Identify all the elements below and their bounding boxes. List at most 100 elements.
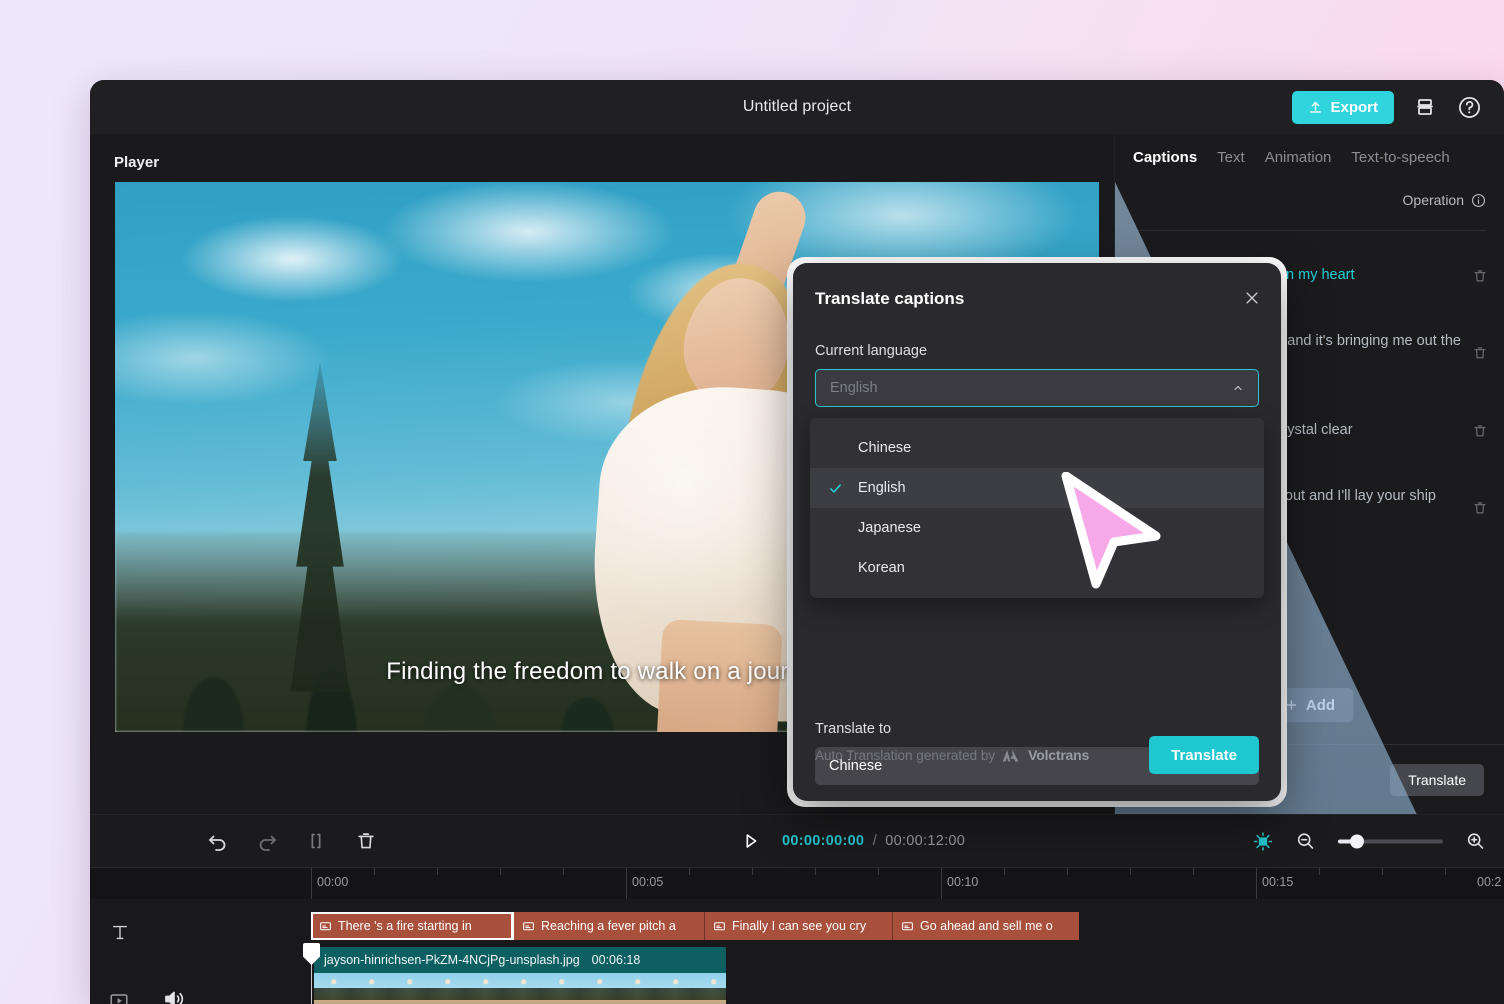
- language-option-chinese[interactable]: Chinese: [810, 428, 1264, 468]
- clip-handle-left[interactable]: [311, 912, 313, 940]
- total-time: 00:00:12:00: [885, 833, 966, 849]
- time-separator: /: [872, 833, 877, 849]
- operation-label: Operation: [1402, 192, 1464, 208]
- thumbnail: [390, 973, 428, 1004]
- zoom-slider[interactable]: [1338, 834, 1443, 848]
- video-track-icon[interactable]: [108, 989, 130, 1004]
- layout-icon[interactable]: [1412, 94, 1438, 120]
- language-option-label: Korean: [858, 560, 905, 576]
- zoom-slider-handle[interactable]: [1350, 834, 1364, 848]
- play-icon[interactable]: [740, 830, 762, 852]
- timeline-ruler[interactable]: 00:00 00:05 00:10 00:15 00:2: [90, 867, 1504, 900]
- undo-icon[interactable]: [206, 829, 230, 853]
- thumbnail: [428, 973, 466, 1004]
- caption-clip-1[interactable]: There 's a fire starting in: [311, 912, 514, 940]
- tab-animation[interactable]: Animation: [1265, 149, 1332, 166]
- thumbnail: [580, 973, 618, 1004]
- titlebar-actions: Export: [1292, 90, 1482, 124]
- caption-clip-label: Finally I can see you cry: [732, 919, 867, 933]
- caption-clip-3[interactable]: Finally I can see you cry: [705, 912, 893, 940]
- caption-clip-icon: [522, 920, 535, 933]
- video-clip-header: jayson-hinrichsen-PkZM-4NCjPg-unsplash.j…: [314, 947, 726, 973]
- trash-icon[interactable]: [1472, 500, 1488, 516]
- attribution: Auto Translation generated by Volctrans: [815, 747, 1089, 763]
- track-icon-column: [90, 899, 200, 1004]
- caption-clip-2[interactable]: Reaching a fever pitch a: [514, 912, 705, 940]
- timecode-group: 00:00:00:00 / 00:00:12:00: [782, 832, 965, 850]
- timeline-toolbar: 00:00:00:00 / 00:00:12:00: [90, 815, 1504, 867]
- zoom-in-icon[interactable]: [1465, 831, 1486, 852]
- trash-icon[interactable]: [1472, 268, 1488, 284]
- thumbnail: [694, 973, 726, 1004]
- current-time: 00:00:00:00: [782, 833, 865, 849]
- volume-icon[interactable]: [162, 987, 186, 1004]
- language-dropdown: Chinese English Japanese Korean: [810, 418, 1264, 598]
- thumbnail: [466, 973, 504, 1004]
- export-button[interactable]: Export: [1292, 90, 1394, 124]
- thumbnail: [656, 973, 694, 1004]
- caption-clip-4[interactable]: Go ahead and sell me o: [893, 912, 1079, 940]
- thumbnail: [504, 973, 542, 1004]
- tab-text-to-speech[interactable]: Text-to-speech: [1351, 149, 1449, 166]
- translate-captions-modal: Translate captions Current language Engl…: [793, 263, 1281, 801]
- panel-tabs: Captions Text Animation Text-to-speech: [1115, 134, 1504, 180]
- video-thumbnails: [314, 973, 726, 1004]
- ruler-label-1: 00:05: [632, 875, 664, 889]
- language-option-label: Japanese: [858, 520, 921, 536]
- export-label: Export: [1330, 98, 1378, 116]
- trash-icon[interactable]: [1472, 345, 1488, 361]
- app-window: Untitled project Export Player Finding t…: [90, 80, 1504, 1004]
- text-track-icon[interactable]: [109, 921, 131, 943]
- current-language-label: Current language: [815, 343, 928, 359]
- language-option-japanese[interactable]: Japanese: [810, 508, 1264, 548]
- caption-clip-icon: [901, 920, 914, 933]
- video-clip-duration: 00:06:18: [591, 953, 641, 967]
- language-option-english[interactable]: English: [810, 468, 1264, 508]
- fit-to-screen-icon[interactable]: [1253, 831, 1273, 851]
- operation-header: Operation: [1403, 192, 1486, 208]
- panel-translate-button[interactable]: Translate: [1390, 763, 1484, 796]
- caption-clip-icon: [713, 920, 726, 933]
- help-circle-icon[interactable]: [1456, 94, 1482, 120]
- attribution-text: Auto Translation generated by: [815, 747, 996, 763]
- add-label: Add: [1305, 696, 1336, 714]
- redo-icon[interactable]: [255, 829, 279, 853]
- trash-icon[interactable]: [1472, 423, 1488, 439]
- close-icon[interactable]: [1243, 289, 1261, 307]
- tab-text[interactable]: Text: [1217, 149, 1245, 166]
- upload-icon: [1308, 100, 1323, 115]
- playhead[interactable]: [303, 943, 320, 1004]
- tab-captions[interactable]: Captions: [1133, 149, 1197, 166]
- caption-clip-icon: [319, 920, 332, 933]
- captions-divider: [1137, 230, 1486, 231]
- check-icon: [828, 481, 843, 496]
- current-language-placeholder: English: [830, 380, 878, 396]
- titlebar: Untitled project Export: [90, 80, 1504, 134]
- thumbnail: [618, 973, 656, 1004]
- ruler-label-4: 00:2: [1477, 875, 1502, 889]
- video-clip-name: jayson-hinrichsen-PkZM-4NCjPg-unsplash.j…: [324, 953, 580, 967]
- timeline: 00:00:00:00 / 00:00:12:00 00:00 00:05 00…: [90, 814, 1504, 1004]
- current-language-input[interactable]: English: [815, 369, 1259, 407]
- trash-icon[interactable]: [354, 829, 378, 853]
- player-panel-label: Player: [114, 154, 160, 171]
- video-clip[interactable]: jayson-hinrichsen-PkZM-4NCjPg-unsplash.j…: [314, 947, 726, 1004]
- zoom-controls: [1253, 831, 1486, 852]
- language-option-korean[interactable]: Korean: [810, 548, 1264, 588]
- modal-footer: Auto Translation generated by Volctrans …: [815, 735, 1259, 775]
- split-icon[interactable]: [304, 829, 328, 853]
- thumbnail: [352, 973, 390, 1004]
- ruler-label-3: 00:15: [1262, 875, 1294, 889]
- chevron-up-icon[interactable]: [1232, 382, 1244, 394]
- zoom-out-icon[interactable]: [1295, 831, 1316, 852]
- modal-translate-button[interactable]: Translate: [1149, 736, 1259, 774]
- caption-clip-label: Reaching a fever pitch a: [541, 919, 676, 933]
- ruler-label-0: 00:00: [317, 875, 349, 889]
- info-circle-icon[interactable]: [1471, 193, 1486, 208]
- clip-handle-right[interactable]: [511, 912, 513, 940]
- thumbnail: [314, 973, 352, 1004]
- attribution-brand: Volctrans: [1028, 747, 1090, 763]
- playback-controls: 00:00:00:00 / 00:00:12:00: [740, 830, 965, 852]
- caption-track: There 's a fire starting in Reaching a f…: [311, 912, 1079, 940]
- thumbnail: [542, 973, 580, 1004]
